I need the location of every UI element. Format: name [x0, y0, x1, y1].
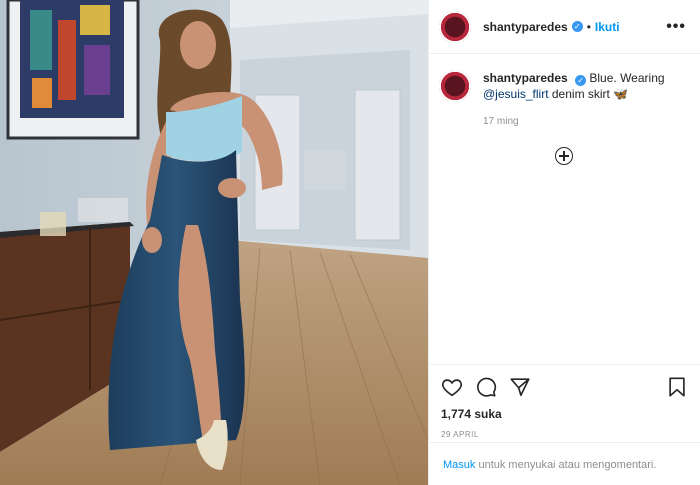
comment-timestamp: 17 ming	[483, 116, 519, 127]
add-comment-icon[interactable]	[555, 147, 573, 165]
caption-username[interactable]: shantyparedes	[483, 71, 568, 85]
author-avatar[interactable]	[439, 10, 471, 43]
caption-body: shantyparedes ✓ Blue. Wearing @jesuis_fl…	[483, 70, 683, 130]
post-date: 29 APRIL	[441, 430, 479, 439]
post-header: shantyparedes ✓ • Ikuti •••	[429, 0, 700, 54]
photo-illustration	[0, 0, 428, 485]
caption-comment: shantyparedes ✓ Blue. Wearing @jesuis_fl…	[429, 54, 700, 130]
post-side-panel: shantyparedes ✓ • Ikuti ••• shantyparede…	[428, 0, 700, 485]
bookmark-icon[interactable]	[667, 376, 687, 398]
login-prompt-text: untuk menyukai atau mengomentari.	[475, 459, 657, 471]
author-username[interactable]: shantyparedes	[483, 20, 568, 34]
share-icon[interactable]	[509, 376, 531, 398]
login-link[interactable]: Masuk	[443, 459, 475, 471]
caption-text-suffix: denim skirt 🦋	[551, 87, 629, 101]
like-count[interactable]: 1,774 suka	[441, 407, 687, 421]
post-photo[interactable]	[0, 0, 428, 485]
action-icons	[441, 375, 687, 399]
login-prompt: Masuk untuk menyukai atau mengomentari.	[429, 442, 700, 485]
comment-icon[interactable]	[475, 376, 497, 398]
verified-icon: ✓	[575, 75, 587, 86]
caption-mention-link[interactable]: @jesuis_flirt	[483, 87, 549, 101]
caption-avatar[interactable]	[439, 70, 471, 102]
separator-dot: •	[586, 19, 591, 34]
heart-icon[interactable]	[441, 376, 463, 398]
verified-icon: ✓	[571, 21, 583, 32]
caption-text-prefix: Blue. Wearing	[589, 71, 665, 85]
post-actions: 1,774 suka 29 APRIL	[429, 364, 700, 439]
follow-button[interactable]: Ikuti	[595, 20, 620, 34]
more-icon[interactable]: •••	[666, 18, 686, 36]
